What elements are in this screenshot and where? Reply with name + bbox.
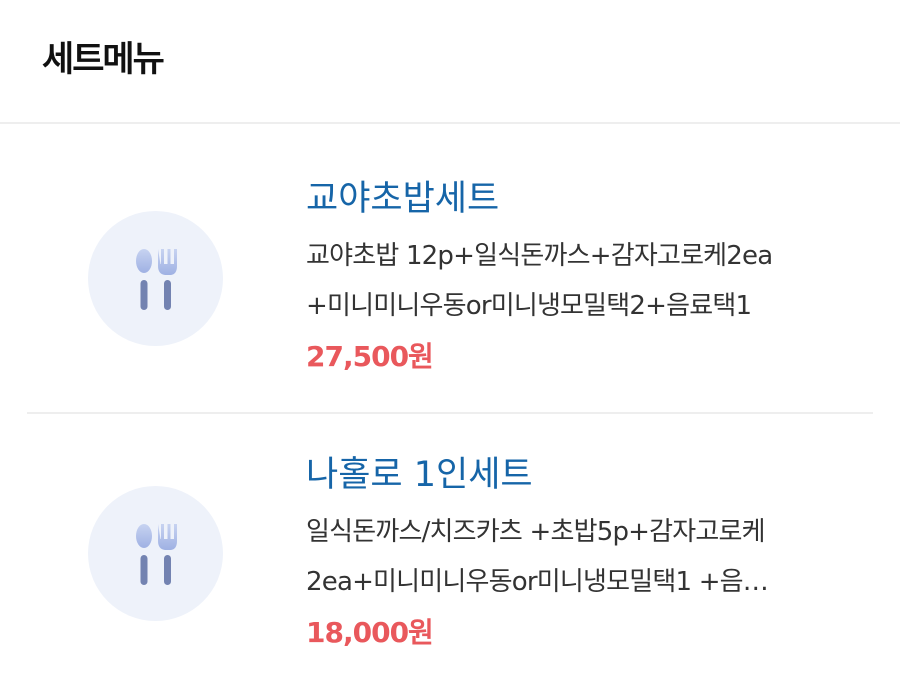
section-title: 세트메뉴 (42, 40, 165, 80)
menu-item-description: 교야초밥 12p+일식돈까스+감자고로케2ea +미니미니우동or미니냉모밀택2… (306, 231, 866, 331)
menu-item-price: 18,000원 (306, 616, 434, 649)
menu-item-description-line: 2ea+미니미니우동or미니냉모밀택1 +음… (306, 567, 769, 597)
item-divider (27, 412, 873, 414)
menu-item-description-line: 교야초밥 12p+일식돈까스+감자고로케2ea (306, 241, 773, 271)
header-divider (0, 122, 900, 124)
menu-item-price: 27,500원 (306, 340, 434, 373)
menu-item-info: 나홀로 1인세트 일식돈까스/치즈카츠 +초밥5p+감자고로케 2ea+미니미니… (306, 446, 866, 659)
menu-item-name: 나홀로 1인세트 (306, 455, 533, 495)
menu-item-description-line: +미니미니우동or미니냉모밀택2+음료택1 (306, 291, 752, 321)
set-menu-page: 세트메뉴 교야초밥세트 교야초밥 12p+일식돈까스+감자고로케2ea +미니미… (0, 0, 900, 700)
utensils-icon (136, 524, 177, 585)
menu-item-info: 교야초밥세트 교야초밥 12p+일식돈까스+감자고로케2ea +미니미니우동or… (306, 170, 866, 383)
menu-item-thumbnail (88, 486, 223, 621)
menu-item-name: 교야초밥세트 (306, 179, 500, 219)
menu-item-thumbnail (88, 211, 223, 346)
menu-item-description: 일식돈까스/치즈카츠 +초밥5p+감자고로케 2ea+미니미니우동or미니냉모밀… (306, 507, 866, 607)
utensils-icon (136, 249, 177, 310)
menu-item-description-line: 일식돈까스/치즈카츠 +초밥5p+감자고로케 (306, 517, 766, 547)
